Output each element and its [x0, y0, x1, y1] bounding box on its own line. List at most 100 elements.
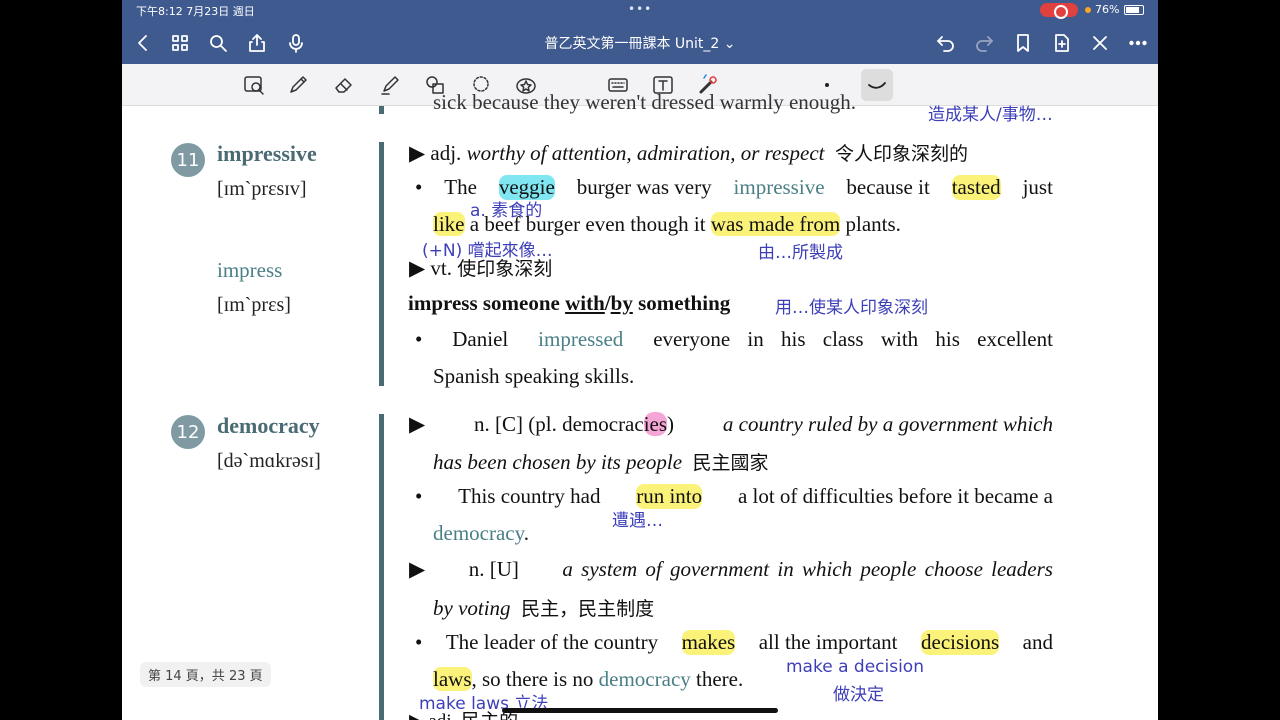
- word: ): [667, 412, 675, 436]
- page-indicator: 第 14 頁，共 23 頁: [140, 662, 271, 687]
- word: all the important: [758, 630, 898, 654]
- example-line-7: • The leader of the country makes all th…: [415, 630, 1053, 655]
- definition-en: has been chosen by its people: [433, 450, 683, 474]
- phrase-text: impress someone: [408, 291, 560, 315]
- redo-button[interactable]: [971, 30, 997, 56]
- arrow-marker: ▶: [409, 412, 426, 436]
- document-title[interactable]: 普乙英文第一冊課本 Unit_2 ⌄: [122, 33, 1158, 53]
- undo-button[interactable]: [933, 30, 959, 56]
- curve-stroke-icon: [868, 82, 886, 89]
- definition-zh: 使印象深刻: [457, 258, 553, 280]
- document-page[interactable]: sick because they weren't dressed warmly…: [122, 90, 1158, 720]
- entry-divider-prev: [379, 106, 384, 114]
- headword-impressive: impressive: [217, 141, 317, 166]
- add-page-icon: [1055, 34, 1069, 52]
- phrase-line: impress someone with/by something: [408, 291, 730, 316]
- definition-line-u: ▶ n. [U] a system of government in which…: [409, 557, 1053, 582]
- entry-number-11: 11: [171, 143, 205, 177]
- part-of-speech: adj.: [430, 141, 462, 165]
- highlight-ies: ies: [643, 412, 668, 436]
- phrase-with: with: [565, 291, 605, 315]
- phrase-by: by: [610, 291, 633, 315]
- home-indicator[interactable]: [502, 708, 778, 713]
- definition-line-c: ▶ n. [C] (pl. democracies) a country rul…: [409, 412, 1053, 437]
- word: there.: [696, 667, 744, 691]
- keyword-democracy: democracy: [598, 667, 691, 691]
- word: The leader of the country: [445, 630, 659, 654]
- pen-icon: [290, 76, 307, 93]
- word: and: [1022, 630, 1053, 654]
- highlight-tasted: tasted: [951, 175, 1001, 200]
- more-button[interactable]: [1125, 30, 1151, 56]
- definition-zh: 民主，民主制度: [521, 598, 655, 620]
- definition-en: a system of government in which people c…: [562, 557, 1053, 581]
- privacy-dot-icon: [1085, 7, 1091, 13]
- highlight-like: like: [433, 212, 465, 236]
- highlight-was-made-from: was made from: [710, 212, 841, 236]
- phonetic-democracy: [də`mɑkrəsɪ]: [217, 450, 321, 472]
- definition-zh: 民主國家: [692, 452, 769, 474]
- definition-line-u2: by voting 民主，民主制度: [433, 594, 654, 621]
- definition-line-vt: ▶ vt. 使印象深刻: [409, 254, 552, 281]
- part-of-speech: n. [U]: [468, 557, 519, 581]
- top-bar: 下午8:12 7月23日 週日 ••• 76% 普乙英文第一冊課本 Unit_2…: [122, 0, 1158, 64]
- keyword-democracy: democracy: [433, 521, 524, 545]
- zoom-window-icon: [244, 76, 264, 95]
- arrow-marker: ▶: [409, 141, 426, 165]
- note-run-into: 遭遇…: [612, 511, 663, 531]
- highlight-makes: makes: [681, 630, 736, 655]
- previous-example-cut: sick because they weren't dressed warmly…: [433, 90, 857, 114]
- word: , so there is no: [471, 667, 594, 691]
- highlighter-icon: [381, 76, 399, 95]
- phrase-text: something: [638, 291, 731, 315]
- entry-divider-12: [379, 414, 384, 720]
- eraser-tool[interactable]: [331, 72, 357, 98]
- close-button[interactable]: [1087, 30, 1113, 56]
- eraser-icon: [335, 78, 352, 93]
- word: a beef burger even though it: [469, 212, 706, 236]
- word: n. [C] (pl. democrac: [474, 412, 644, 436]
- word: burger was very: [576, 175, 712, 199]
- highlight-laws: laws: [433, 667, 472, 691]
- arrow-marker: ▶: [409, 557, 426, 581]
- definition-en: a country ruled by a government which: [722, 412, 1053, 436]
- example-line-5: • This country had run into a lot of dif…: [415, 484, 1053, 509]
- example-line-6: democracy.: [433, 521, 529, 546]
- add-page-button[interactable]: [1049, 30, 1075, 56]
- note-cause: 造成某人/事物…: [928, 105, 1053, 125]
- definition-en: worthy of attention, admiration, or resp…: [466, 141, 825, 165]
- word: .: [523, 521, 529, 545]
- battery-percent: 76%: [1095, 3, 1120, 16]
- definition-line-c2: has been chosen by its people 民主國家: [433, 448, 769, 475]
- definition-zh: 令人印象深刻的: [835, 143, 969, 165]
- bookmark-button[interactable]: [1010, 30, 1036, 56]
- phonetic-impressive: [ɪm`prɛsɪv]: [217, 178, 307, 200]
- bullet: •: [415, 175, 423, 199]
- keyword-impressed: impressed: [538, 327, 624, 351]
- entry-divider-11: [379, 142, 384, 386]
- bookmark-icon: [1017, 34, 1029, 52]
- note-made-from: 由…所製成: [758, 243, 843, 263]
- pen-tool[interactable]: [285, 72, 311, 98]
- status-time: 下午8:12 7月23日 週日: [136, 5, 255, 18]
- note-make-decision-zh: 做決定: [833, 685, 884, 705]
- screen-record-icon[interactable]: [1040, 3, 1078, 19]
- zoom-window-tool[interactable]: [241, 72, 267, 98]
- redo-icon: [976, 36, 993, 52]
- battery-icon: [1124, 5, 1144, 15]
- note-phrase: 用…使某人印象深刻: [775, 298, 928, 318]
- highlight-decisions: decisions: [921, 630, 1000, 655]
- word: Daniel: [452, 327, 509, 351]
- note-make-decision: make a decision: [786, 657, 924, 677]
- word: just: [1022, 175, 1053, 199]
- part-of-speech: vt.: [430, 256, 452, 280]
- headword-democracy: democracy: [217, 413, 320, 438]
- word: a lot of difficulties before it became a: [737, 484, 1053, 508]
- more-icon: [1129, 40, 1147, 46]
- bullet: •: [415, 630, 423, 654]
- highlighter-tool[interactable]: [377, 72, 403, 98]
- multitask-dots[interactable]: •••: [628, 2, 652, 16]
- bullet: •: [415, 484, 423, 508]
- close-icon: [1093, 36, 1107, 50]
- stroke-style-selected[interactable]: [861, 69, 893, 101]
